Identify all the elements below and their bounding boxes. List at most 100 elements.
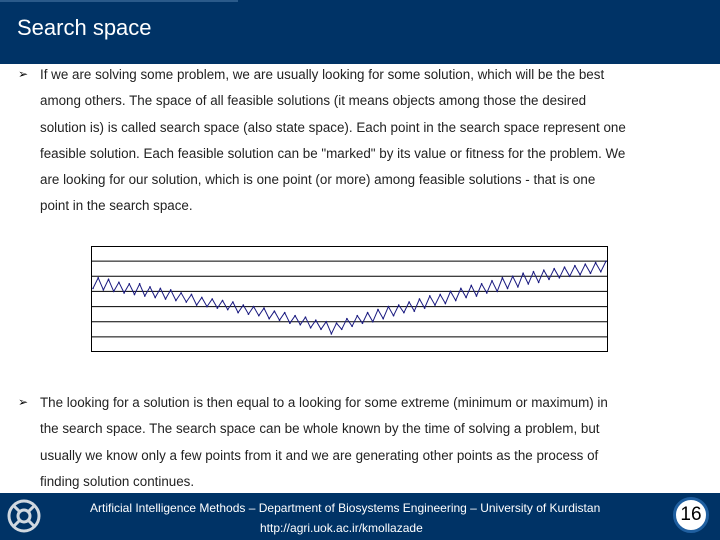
data-point (517, 286, 519, 288)
data-point (605, 260, 607, 262)
data-point (434, 304, 436, 306)
text-line: The looking for a solution is then equal… (40, 395, 608, 410)
data-point (289, 322, 291, 325)
data-point (429, 295, 431, 297)
data-point (340, 328, 343, 331)
data-point (330, 333, 333, 335)
data-point (112, 290, 115, 293)
data-point (226, 308, 229, 311)
data-point (232, 301, 234, 303)
text-line: the search space. The search space can b… (40, 421, 600, 437)
data-point (522, 272, 524, 275)
university-logo-icon (7, 499, 41, 533)
data-point (392, 314, 395, 317)
data-point (315, 319, 317, 321)
data-point (377, 308, 379, 311)
data-point (413, 310, 416, 312)
text-line: If we are solving some problem, we are u… (40, 67, 605, 82)
data-point (201, 296, 203, 299)
data-point (486, 292, 488, 294)
data-point (154, 296, 156, 299)
header-accent-strip (0, 0, 238, 2)
data-point (584, 263, 587, 265)
data-point (309, 326, 312, 329)
data-point (258, 314, 260, 317)
data-point (594, 261, 597, 264)
data-point (128, 283, 131, 285)
paragraph-2-text: The looking for a solution is then equal… (40, 390, 692, 495)
data-point (278, 319, 281, 321)
data-point (133, 293, 136, 296)
text-line: among others. The space of all feasible … (40, 93, 587, 109)
data-point (273, 310, 276, 312)
data-point (418, 298, 421, 300)
data-point (92, 287, 94, 290)
data-point (532, 270, 535, 273)
slide-footer: Artificial Intelligence Methods – Depart… (0, 493, 720, 540)
data-point (372, 320, 374, 323)
text-line: feasible solution. Each feasible solutio… (40, 145, 626, 161)
data-point (465, 296, 467, 299)
data-point (247, 313, 250, 315)
data-point (366, 311, 369, 314)
slide-header: Search space (0, 0, 720, 64)
bullet-arrow-icon: ➢ (18, 395, 29, 409)
data-point (304, 316, 307, 318)
text-line: are looking for our solution, which is o… (40, 172, 596, 188)
data-point (600, 270, 602, 273)
data-point (423, 307, 426, 309)
data-point (175, 299, 177, 302)
data-point (454, 299, 457, 302)
data-point (408, 301, 410, 303)
data-point (144, 295, 146, 297)
data-point (439, 293, 441, 296)
data-point (335, 322, 338, 325)
data-point (537, 281, 540, 284)
data-point (216, 307, 219, 309)
data-point (449, 290, 452, 293)
data-point (294, 314, 296, 317)
data-point (361, 322, 364, 325)
bullet-arrow-icon: ➢ (18, 67, 29, 81)
data-point (123, 292, 125, 294)
data-point (102, 289, 105, 291)
data-point (511, 275, 514, 278)
data-point (403, 311, 405, 314)
text-line: finding solution continues. (40, 473, 195, 489)
data-point (480, 283, 483, 285)
data-point (252, 305, 255, 308)
data-point (460, 287, 462, 290)
data-point (527, 283, 530, 285)
data-point (475, 295, 478, 297)
data-point (211, 298, 213, 300)
slide-title: Search space (17, 15, 152, 40)
data-point (543, 269, 545, 272)
footer-url-link[interactable]: http://agri.uok.ac.ir/kmollazade (260, 521, 423, 535)
data-point (548, 278, 550, 281)
data-point (237, 311, 239, 314)
data-point (346, 317, 348, 320)
data-point (553, 267, 555, 270)
footer-course-text: Artificial Intelligence Methods – Depart… (90, 501, 601, 515)
data-point (501, 277, 504, 279)
paragraph-1-text: If we are solving some problem, we are u… (40, 62, 692, 220)
data-point (563, 266, 566, 268)
data-point (263, 307, 265, 309)
text-line: solution is) is called search space (als… (40, 119, 626, 135)
data-point (169, 289, 172, 291)
data-point (159, 287, 162, 290)
data-point (579, 273, 581, 276)
data-point (206, 305, 208, 308)
data-point (118, 281, 120, 284)
data-point (382, 317, 384, 320)
data-point (242, 304, 245, 306)
data-point (268, 317, 270, 320)
data-point (589, 272, 592, 275)
data-point (325, 320, 327, 323)
data-point (190, 293, 193, 296)
data-point (107, 278, 110, 281)
data-point (356, 314, 359, 317)
data-point (180, 292, 182, 294)
data-point (568, 275, 571, 278)
data-point (320, 328, 322, 331)
